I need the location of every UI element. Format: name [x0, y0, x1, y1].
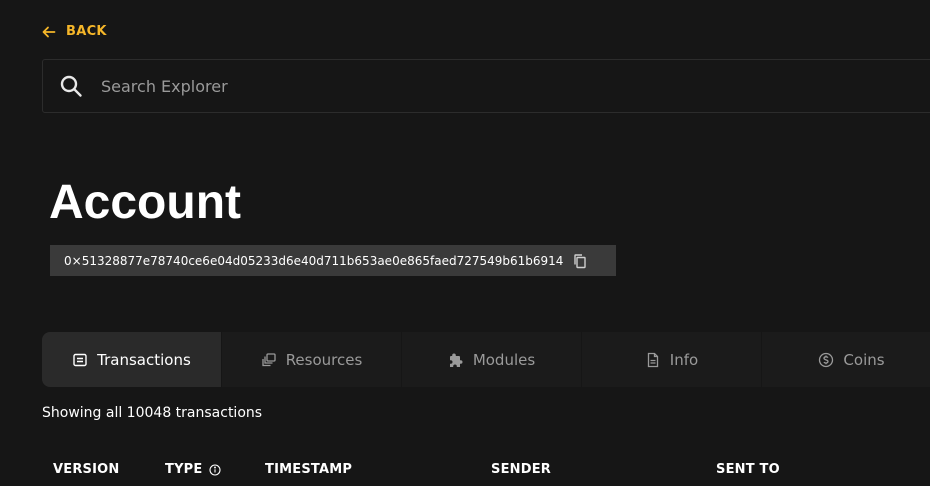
column-header-sender[interactable]: SENDER	[491, 462, 551, 477]
column-label: TYPE	[165, 462, 203, 477]
transactions-count: Showing all 10048 transactions	[42, 405, 263, 421]
column-header-timestamp[interactable]: TIMESTAMP	[265, 462, 352, 477]
back-link[interactable]: BACK	[42, 24, 107, 39]
account-tabs: Transactions Resources Modules Info Coin…	[42, 332, 930, 387]
search-icon	[59, 74, 83, 98]
info-icon[interactable]	[208, 463, 221, 476]
column-label: SENT TO	[716, 462, 780, 477]
account-page: BACK Account 0×51328877e78740ce6e04d0523…	[0, 0, 930, 486]
tab-modules[interactable]: Modules	[402, 332, 582, 387]
resources-icon	[262, 352, 276, 366]
arrow-left-icon	[42, 26, 56, 37]
tab-resources[interactable]: Resources	[222, 332, 402, 387]
page-title: Account	[49, 176, 241, 229]
account-address: 0×51328877e78740ce6e04d05233d6e40d711b65…	[50, 245, 616, 276]
column-label: VERSION	[53, 462, 120, 477]
column-header-type[interactable]: TYPE	[165, 462, 221, 477]
tab-label: Resources	[285, 350, 363, 369]
tab-coins[interactable]: Coins	[762, 332, 930, 387]
coin-icon	[819, 352, 834, 367]
transactions-table-header: VERSION TYPE TIMESTAMP SENDER SENT TO	[0, 462, 930, 482]
column-label: TIMESTAMP	[265, 462, 353, 477]
tab-label: Info	[669, 350, 699, 369]
column-label: SENDER	[491, 462, 552, 477]
tab-label: Coins	[843, 350, 885, 369]
column-header-sent-to[interactable]: SENT TO	[716, 462, 780, 477]
tab-info[interactable]: Info	[582, 332, 762, 387]
document-icon	[647, 352, 658, 367]
account-address-text: 0×51328877e78740ce6e04d05233d6e40d711b65…	[64, 253, 564, 268]
copy-icon[interactable]	[572, 253, 588, 269]
back-label: BACK	[66, 24, 107, 39]
search-bar[interactable]	[42, 59, 930, 113]
tab-label: Modules	[472, 350, 536, 369]
tab-label: Transactions	[97, 350, 191, 369]
search-input[interactable]	[99, 75, 803, 97]
tab-transactions[interactable]: Transactions	[42, 332, 222, 387]
transactions-icon	[73, 353, 87, 366]
puzzle-icon	[449, 353, 463, 367]
column-header-version[interactable]: VERSION	[53, 462, 119, 477]
